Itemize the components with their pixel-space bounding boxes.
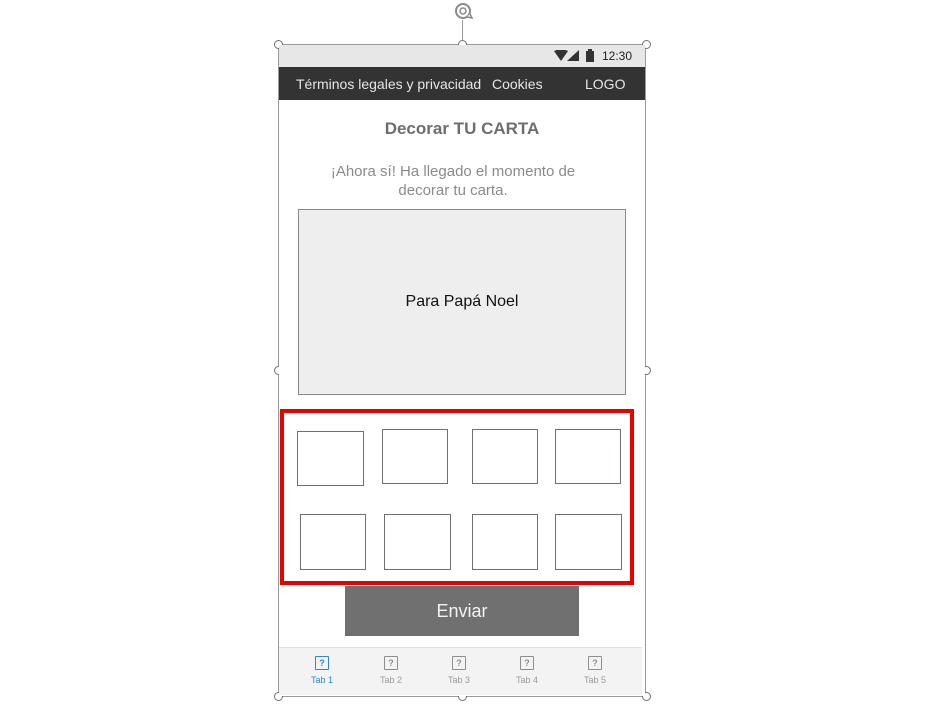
tab-2[interactable]: ? Tab 2	[361, 656, 421, 685]
help-icon: ?	[520, 656, 534, 670]
decoration-slot[interactable]	[555, 429, 621, 484]
tab-3[interactable]: ? Tab 3	[429, 656, 489, 685]
nav-logo[interactable]: LOGO	[585, 76, 625, 92]
tab-label: Tab 3	[447, 675, 471, 685]
battery-icon	[586, 49, 594, 62]
tab-5[interactable]: ? Tab 5	[565, 656, 625, 685]
nav-link-cookies[interactable]: Cookies	[492, 76, 543, 92]
status-time: 12:30	[602, 49, 633, 63]
rotate-icon[interactable]	[451, 0, 475, 24]
nav-link-legal[interactable]: Términos legales y privacidad	[296, 76, 481, 92]
decoration-slot[interactable]	[382, 429, 448, 484]
intro-text: ¡Ahora sí! Ha llegado el momento de deco…	[330, 163, 576, 199]
help-icon: ?	[588, 656, 602, 670]
decoration-slot[interactable]	[472, 514, 538, 570]
tab-4[interactable]: ? Tab 4	[497, 656, 557, 685]
page-title: Decorar TU CARTA	[384, 119, 540, 138]
card-text: Para Papá Noel	[405, 293, 519, 310]
tab-label: Tab 1	[310, 675, 334, 685]
tab-label: Tab 5	[583, 675, 607, 685]
help-icon: ?	[315, 656, 329, 670]
help-icon: ?	[452, 656, 466, 670]
decoration-slot[interactable]	[384, 514, 451, 570]
bottom-tab-bar: ? Tab 1 ? Tab 2 ? Tab 3 ? Tab 4 ? Tab 5	[279, 647, 642, 695]
send-button[interactable]: Enviar	[345, 586, 579, 636]
wifi-icon	[554, 50, 568, 61]
decoration-slot[interactable]	[472, 429, 538, 484]
decoration-slot[interactable]	[297, 431, 364, 486]
tab-label: Tab 2	[379, 675, 403, 685]
tab-1[interactable]: ? Tab 1	[292, 656, 352, 685]
decoration-slot[interactable]	[555, 514, 622, 570]
tab-label: Tab 4	[515, 675, 539, 685]
help-icon: ?	[384, 656, 398, 670]
signal-icon	[567, 50, 579, 61]
letter-card[interactable]: Para Papá Noel	[298, 209, 626, 395]
decoration-slot[interactable]	[300, 514, 366, 570]
